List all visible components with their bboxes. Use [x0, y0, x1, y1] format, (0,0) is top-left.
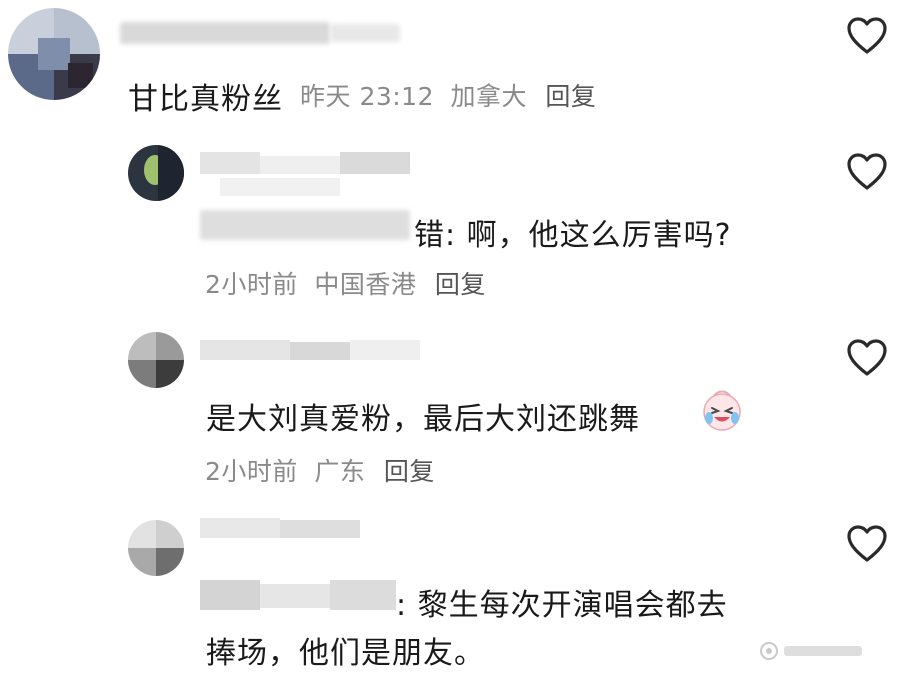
username-blurred-2 [330, 24, 400, 42]
mention-blurred [200, 580, 396, 610]
comment-meta: 2小时前 广东 回复 [205, 452, 435, 488]
mention-blurred [200, 210, 410, 240]
watermark-logo [758, 640, 868, 662]
reply-button[interactable]: 回复 [435, 270, 486, 299]
like-heart-icon[interactable] [846, 16, 888, 56]
avatar[interactable] [8, 8, 100, 100]
comment-meta: 昨天 23:12 加拿大 回复 [300, 77, 596, 113]
comment-time: 昨天 23:12 [300, 82, 434, 111]
comment-meta: 2小时前 中国香港 回复 [205, 265, 486, 301]
comment-location: 中国香港 [314, 270, 417, 299]
reply-button[interactable]: 回复 [384, 457, 435, 486]
comment-time: 2小时前 [205, 270, 298, 299]
username-blurred[interactable] [120, 22, 330, 44]
crying-laughing-emoji-icon [700, 388, 744, 432]
like-heart-icon[interactable] [846, 338, 888, 378]
comment-text-line1: : 黎生每次开演唱会都去 [396, 588, 728, 623]
comment-text: 甘比真粉丝 [128, 82, 283, 117]
avatar[interactable] [128, 145, 184, 201]
avatar[interactable] [128, 332, 184, 388]
comment-text-line2: 捧场，他们是朋友。 [206, 636, 485, 671]
username-blurred[interactable] [200, 518, 360, 540]
comment-location: 广东 [314, 457, 366, 486]
like-heart-icon[interactable] [846, 524, 888, 564]
comment-time: 2小时前 [205, 457, 298, 486]
reply-button[interactable]: 回复 [545, 82, 596, 111]
comment-text: 是大刘真爱粉，最后大刘还跳舞 [206, 402, 640, 437]
username-blurred[interactable] [200, 340, 420, 364]
comment-location: 加拿大 [450, 82, 527, 111]
username-blurred[interactable] [200, 152, 410, 200]
avatar[interactable] [128, 520, 184, 576]
like-heart-icon[interactable] [846, 152, 888, 192]
comment-text: 错: 啊，他这么厉害吗? [414, 218, 732, 253]
